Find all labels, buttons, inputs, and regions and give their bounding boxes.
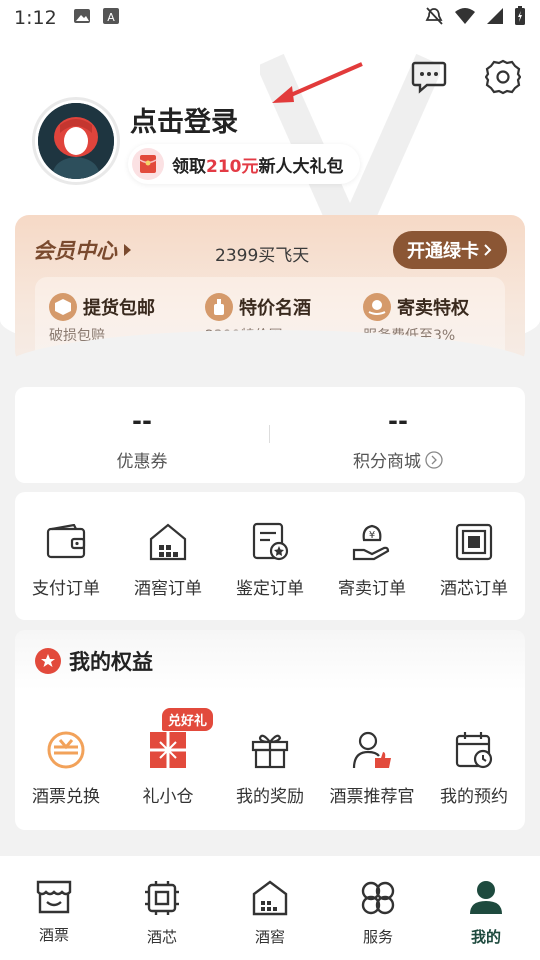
order-consign[interactable]: ¥ 寄卖订单: [321, 520, 423, 599]
tab-services[interactable]: 服务: [324, 856, 432, 960]
order-label: 酒芯订单: [440, 579, 508, 599]
points-value: --: [388, 407, 408, 435]
order-label: 酒窖订单: [134, 579, 202, 599]
tab-wine-cellar[interactable]: 酒窖: [216, 856, 324, 960]
benefits-title-label: 我的权益: [69, 650, 153, 674]
benefit-label: 我的奖励: [236, 787, 304, 807]
points-mall-stat[interactable]: -- 积分商城: [298, 407, 498, 472]
order-payment[interactable]: 支付订单: [15, 520, 117, 599]
message-icon[interactable]: [410, 58, 448, 96]
medal-icon: [35, 648, 61, 674]
orders-card: 支付订单 酒窖订单 鉴定订单 ¥ 寄卖订单 酒芯订单: [15, 492, 525, 620]
order-label: 寄卖订单: [338, 579, 406, 599]
chip-icon: [452, 520, 496, 564]
svg-text:¥: ¥: [369, 530, 375, 541]
calendar-icon: [452, 728, 496, 772]
login-prompt[interactable]: 点击登录: [130, 100, 238, 139]
benefits-card: 我的权益 兑好礼 酒票兑换 礼小仓 我的奖励 酒票推荐官 我的预约: [15, 630, 525, 830]
services-icon: [360, 880, 396, 920]
coin-hand-icon: [363, 293, 391, 321]
chevron-circle-right-icon: [425, 450, 443, 469]
recommender-icon: [350, 728, 394, 772]
open-green-card-label: 开通绿卡: [407, 241, 479, 262]
bottom-tab-bar: 酒票 酒芯 酒窖 服务 我的: [0, 856, 540, 960]
profile-icon: [468, 880, 504, 920]
stats-divider: [269, 425, 270, 443]
order-chip[interactable]: 酒芯订单: [423, 520, 525, 599]
cellar-icon: [252, 880, 288, 920]
stats-card: -- 优惠券 -- 积分商城: [15, 387, 525, 483]
benefit-rewards[interactable]: 我的奖励: [219, 728, 321, 807]
pointer-arrow-icon: [272, 62, 363, 103]
store-icon: [36, 880, 72, 918]
tab-mine[interactable]: 我的: [432, 856, 540, 960]
chevron-right-icon: [124, 244, 131, 256]
benefit-ticket-exchange[interactable]: 酒票兑换: [15, 728, 117, 807]
tab-label: 我的: [470, 928, 501, 946]
benefit-recommender[interactable]: 酒票推荐官: [321, 728, 423, 807]
wifi-icon: [454, 7, 476, 30]
order-label: 鉴定订单: [236, 579, 304, 599]
order-label: 支付订单: [32, 579, 100, 599]
gift-prefix: 领取: [172, 156, 206, 177]
benefit-gift-warehouse[interactable]: 礼小仓: [117, 728, 219, 807]
benefit-label: 礼小仓: [142, 787, 194, 807]
reward-icon: [248, 728, 292, 772]
benefit-reservation[interactable]: 我的预约: [423, 728, 525, 807]
tab-wine-chip[interactable]: 酒芯: [108, 856, 216, 960]
coupons-value: --: [132, 407, 152, 435]
member-price-text: 2399买飞天: [215, 246, 310, 266]
order-appraisal[interactable]: 鉴定订单: [219, 520, 321, 599]
tab-label: 服务: [362, 928, 393, 946]
gift-amount: 210元: [206, 156, 259, 177]
image-notification-icon: [73, 7, 91, 29]
bottle-icon: [205, 293, 233, 321]
coupons-label: 优惠券: [116, 452, 168, 472]
signal-icon: [486, 7, 504, 30]
chip-icon: [144, 880, 180, 920]
tab-wine-ticket[interactable]: 酒票: [0, 856, 108, 960]
status-bar: 1:12 A: [0, 0, 540, 36]
perk-title: 特价名酒: [239, 298, 311, 319]
status-time: 1:12: [14, 7, 57, 29]
chevron-right-icon: [484, 244, 492, 256]
member-center-label: 会员中心: [33, 239, 117, 263]
avatar[interactable]: [32, 97, 120, 185]
default-avatar-icon: [38, 103, 114, 179]
package-icon: [49, 293, 77, 321]
gift-box-icon: [146, 728, 190, 772]
appraisal-icon: [248, 520, 292, 564]
benefit-label: 酒票兑换: [32, 787, 100, 807]
new-user-gift-pill[interactable]: 领取210元新人大礼包: [128, 144, 360, 184]
mute-icon: [424, 6, 444, 31]
app-notification-icon: A: [102, 7, 119, 29]
tab-label: 酒窖: [254, 928, 285, 946]
consign-icon: ¥: [350, 520, 394, 564]
battery-icon: [514, 5, 526, 31]
settings-gear-icon[interactable]: [484, 58, 522, 96]
benefit-label: 我的预约: [440, 787, 508, 807]
svg-text:A: A: [107, 11, 115, 24]
open-green-card-button[interactable]: 开通绿卡: [393, 231, 507, 269]
points-mall-label: 积分商城: [353, 452, 421, 472]
tab-label: 酒芯: [146, 928, 177, 946]
benefits-title: 我的权益: [35, 646, 153, 676]
gift-suffix: 新人大礼包: [258, 156, 344, 177]
benefit-label: 酒票推荐官: [329, 787, 415, 807]
perk-title: 提货包邮: [83, 298, 155, 319]
red-envelope-icon: [132, 148, 164, 180]
perk-title: 寄卖特权: [397, 298, 469, 319]
cellar-icon: [146, 520, 190, 564]
wallet-icon: [44, 520, 88, 564]
ticket-exchange-icon: [44, 728, 88, 772]
coupons-stat[interactable]: -- 优惠券: [42, 407, 242, 472]
tab-label: 酒票: [38, 926, 69, 944]
order-cellar[interactable]: 酒窖订单: [117, 520, 219, 599]
member-center-title[interactable]: 会员中心: [33, 235, 133, 265]
